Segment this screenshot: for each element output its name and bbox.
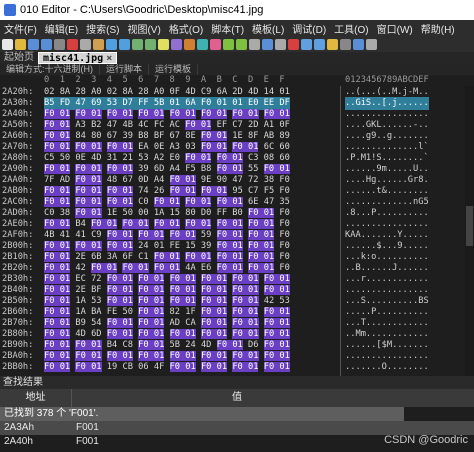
value-column-header[interactable]: 值	[72, 389, 402, 407]
stop-icon[interactable]	[288, 38, 299, 50]
tab-start-page[interactable]: 起始页	[0, 52, 38, 64]
print-icon[interactable]	[54, 38, 65, 50]
menu-bar: 文件(F) 编辑(E) 搜索(S) 视图(V) 格式(O) 脚本(T) 模板(L…	[0, 20, 474, 36]
menu-file[interactable]: 文件(F)	[0, 21, 41, 36]
calculator-icon[interactable]	[210, 38, 221, 50]
menu-format[interactable]: 格式(O)	[165, 21, 207, 36]
text-mode-icon[interactable]	[275, 38, 286, 50]
run-script[interactable]: 运行脚本	[100, 64, 150, 75]
more-icon[interactable]	[366, 38, 377, 50]
tab-misc41[interactable]: misc41.jpg ×	[38, 52, 118, 64]
settings-icon[interactable]	[249, 38, 260, 50]
close-icon[interactable]: ×	[106, 53, 112, 64]
save-icon[interactable]	[28, 38, 39, 50]
highlight-icon[interactable]	[158, 38, 169, 50]
menu-edit[interactable]: 编辑(E)	[41, 21, 82, 36]
address-column-header[interactable]: 地址	[0, 389, 72, 407]
result-value: F001	[76, 436, 99, 447]
edit-as-hex[interactable]: 编辑方式:十六进制(H)	[0, 64, 100, 75]
compare-icon[interactable]	[197, 38, 208, 50]
editor-subtabs: 编辑方式:十六进制(H) 运行脚本 运行模板	[0, 64, 474, 75]
find-icon[interactable]	[132, 38, 143, 50]
arrow-right-icon[interactable]	[314, 38, 325, 50]
title-bar: 010 Editor - C:\Users\Goodric\Desktop\mi…	[0, 0, 474, 20]
ascii-column-labels: 0123456789ABCDEF	[345, 75, 429, 85]
results-summary: 已找到 378 个 'F001'.	[0, 407, 404, 421]
toolbar	[0, 36, 474, 52]
menu-view[interactable]: 视图(V)	[123, 21, 164, 36]
folder-icon[interactable]	[327, 38, 338, 50]
redo-icon[interactable]	[119, 38, 130, 50]
results-header: 地址 值	[0, 389, 474, 407]
paste-icon[interactable]	[93, 38, 104, 50]
window-icon[interactable]	[353, 38, 364, 50]
run-template[interactable]: 运行模板	[149, 64, 199, 75]
row-bytes[interactable]: F0 01 F0 01 19 CB 06 4F F0 01 F0 01 F0 0…	[44, 361, 290, 374]
result-address: 2A3Ah	[4, 422, 35, 433]
result-row[interactable]: 2A3Ah F001	[0, 421, 474, 435]
find-results-table: 地址 值 已找到 378 个 'F001'. 2A3Ah F001 2A40h …	[0, 389, 474, 452]
find-results-title: 查找结果	[0, 376, 474, 389]
menu-search[interactable]: 搜索(S)	[82, 21, 123, 36]
tab-file-label: misc41.jpg	[43, 53, 104, 64]
hex-mode-icon[interactable]	[262, 38, 273, 50]
hex-scrollbar[interactable]	[465, 86, 474, 376]
menu-tools[interactable]: 工具(O)	[330, 21, 372, 36]
replace-icon[interactable]	[145, 38, 156, 50]
save-all-icon[interactable]	[41, 38, 52, 50]
window-title: 010 Editor - C:\Users\Goodric\Desktop\mi…	[20, 4, 264, 16]
hex-view[interactable]: 2A20h: 02 8A 28 A0 02 8A 28 A0 0F 4D C9 6…	[0, 86, 474, 376]
undo-icon[interactable]	[106, 38, 117, 50]
menu-help[interactable]: 帮助(H)	[417, 21, 459, 36]
menu-template[interactable]: 模板(L)	[248, 21, 288, 36]
inspector-icon[interactable]	[340, 38, 351, 50]
hex-column-labels: 0 1 2 3 4 5 6 7 8 9 A B C D E F	[44, 75, 285, 85]
run-script-icon[interactable]	[223, 38, 234, 50]
row-ascii[interactable]: .......O........	[345, 361, 429, 374]
arrow-left-icon[interactable]	[301, 38, 312, 50]
goto-icon[interactable]	[184, 38, 195, 50]
cut-icon[interactable]	[67, 38, 78, 50]
row-offset: 2BB0h:	[2, 362, 34, 372]
scrollbar-thumb[interactable]	[466, 206, 473, 246]
run-template-icon[interactable]	[236, 38, 247, 50]
watermark: CSDN @Goodric	[384, 434, 468, 446]
menu-window[interactable]: 窗口(W)	[373, 21, 417, 36]
hex-column-header: 0 1 2 3 4 5 6 7 8 9 A B C D E F 01234567…	[0, 75, 474, 86]
menu-debug[interactable]: 调试(D)	[288, 21, 330, 36]
hex-row[interactable]: 2BB0h: F0 01 F0 01 19 CB 06 4F F0 01 F0 0…	[0, 361, 474, 374]
result-address: 2A40h	[4, 436, 33, 447]
open-folder-icon[interactable]	[15, 38, 26, 50]
document-tabs: 起始页 misc41.jpg ×	[0, 52, 474, 64]
menu-script[interactable]: 脚本(T)	[207, 21, 248, 36]
result-value: F001	[76, 422, 99, 433]
bookmark-icon[interactable]	[171, 38, 182, 50]
copy-icon[interactable]	[80, 38, 91, 50]
app-icon	[4, 4, 16, 16]
new-file-icon[interactable]	[2, 38, 13, 50]
